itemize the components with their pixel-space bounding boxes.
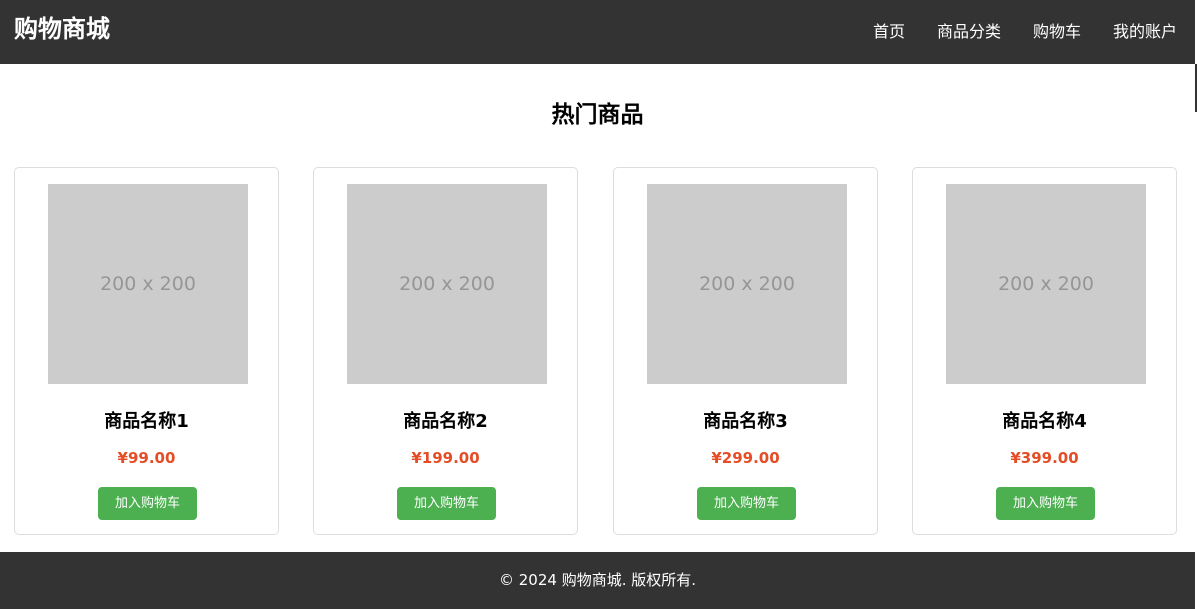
add-to-cart-button[interactable]: 加入购物车 <box>98 487 197 520</box>
add-to-cart-button[interactable]: 加入购物车 <box>697 487 796 520</box>
product-card: 200 x 200 商品名称4 ¥399.00 加入购物车 <box>912 167 1177 535</box>
product-image-placeholder[interactable]: 200 x 200 <box>48 184 248 384</box>
footer-copyright: © 2024 购物商城. 版权所有. <box>498 571 696 589</box>
product-name: 商品名称2 <box>403 411 488 432</box>
nav-categories[interactable]: 商品分类 <box>937 22 1001 42</box>
product-image-placeholder[interactable]: 200 x 200 <box>647 184 847 384</box>
product-price: ¥399.00 <box>1010 449 1079 467</box>
page: 购物商城 首页 商品分类 购物车 我的账户 热门商品 200 x 200 商品名… <box>0 0 1197 609</box>
site-logo[interactable]: 购物商城 <box>14 14 110 44</box>
product-name: 商品名称1 <box>104 411 189 432</box>
site-header: 购物商城 首页 商品分类 购物车 我的账户 <box>0 0 1195 64</box>
site-footer: © 2024 购物商城. 版权所有. <box>0 552 1195 609</box>
nav-account[interactable]: 我的账户 <box>1113 22 1177 42</box>
product-name: 商品名称3 <box>703 411 788 432</box>
product-card: 200 x 200 商品名称3 ¥299.00 加入购物车 <box>613 167 878 535</box>
product-price: ¥199.00 <box>411 449 480 467</box>
product-image-placeholder[interactable]: 200 x 200 <box>946 184 1146 384</box>
product-image-placeholder[interactable]: 200 x 200 <box>347 184 547 384</box>
add-to-cart-button[interactable]: 加入购物车 <box>996 487 1095 520</box>
section-title: 热门商品 <box>551 102 644 128</box>
product-price: ¥99.00 <box>117 449 176 467</box>
add-to-cart-button[interactable]: 加入购物车 <box>397 487 496 520</box>
product-card: 200 x 200 商品名称2 ¥199.00 加入购物车 <box>313 167 578 535</box>
main-nav: 首页 商品分类 购物车 我的账户 <box>841 0 1177 64</box>
product-name: 商品名称4 <box>1002 411 1087 432</box>
nav-home[interactable]: 首页 <box>873 22 905 42</box>
product-price: ¥299.00 <box>711 449 780 467</box>
product-card: 200 x 200 商品名称1 ¥99.00 加入购物车 <box>14 167 279 535</box>
main-area: 购物商城 首页 商品分类 购物车 我的账户 热门商品 200 x 200 商品名… <box>0 0 1195 609</box>
nav-cart[interactable]: 购物车 <box>1033 22 1081 42</box>
